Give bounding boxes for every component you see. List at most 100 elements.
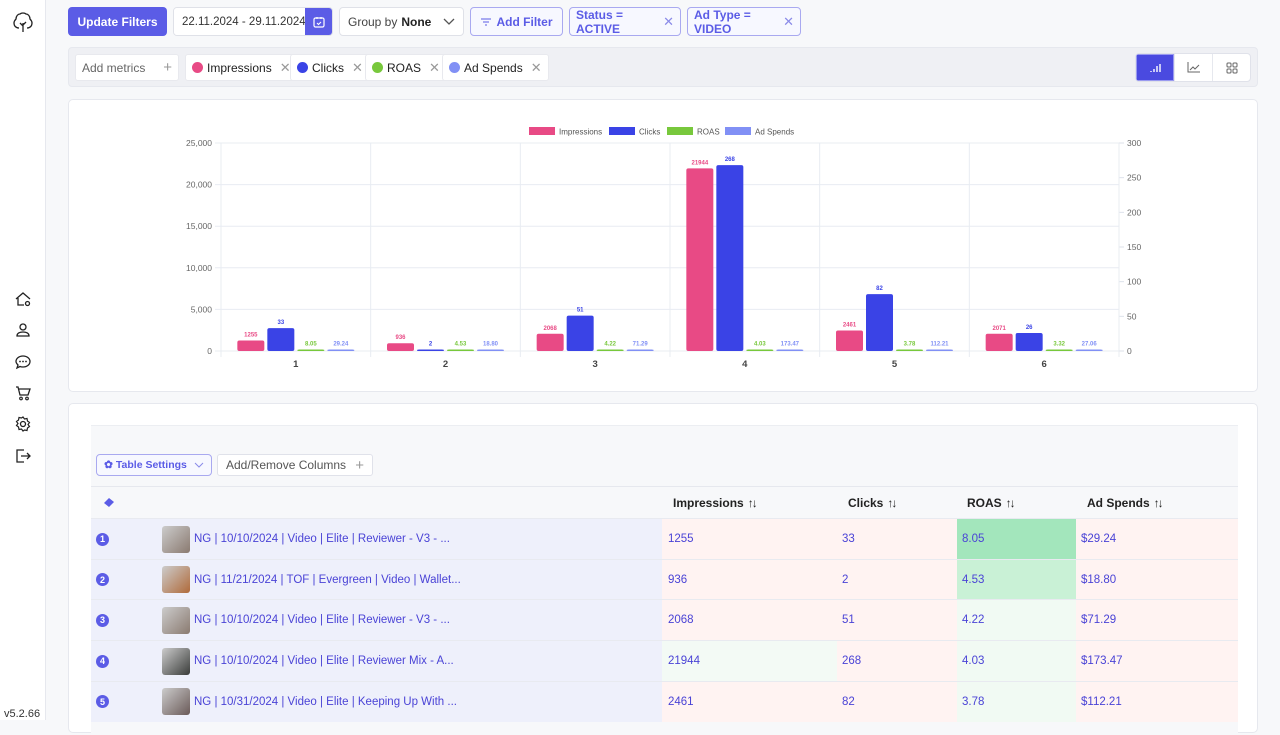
data-label: 21944 [691, 160, 708, 166]
close-icon[interactable]: ✕ [531, 60, 542, 76]
ad-name-link[interactable]: NG | 10/31/2024 | Video | Elite | Keepin… [194, 696, 457, 708]
impressions-cell: 21944 [662, 641, 837, 682]
data-label: 27.06 [1082, 342, 1098, 348]
metric-chip-ad-spends[interactable]: Ad Spends ✕ [442, 54, 549, 81]
logout-icon[interactable] [14, 447, 32, 465]
column-header-impressions[interactable]: Impressions ↑↓ [673, 496, 758, 510]
roas-cell: 4.22 [957, 600, 1076, 641]
ad-name-link[interactable]: NG | 10/10/2024 | Video | Elite | Review… [194, 655, 454, 667]
ad-name-cell: 2 NG | 11/21/2024 | TOF | Evergreen | Vi… [91, 559, 662, 600]
bar-roas [297, 349, 325, 351]
row-number-badge: 5 [96, 695, 109, 709]
metric-chip-clicks[interactable]: Clicks ✕ [290, 54, 370, 81]
sort-icon[interactable]: ↑↓ [887, 496, 897, 510]
ad-thumbnail[interactable] [162, 606, 190, 634]
grid-icon [1226, 62, 1237, 73]
left-axis-tick-label: 0 [207, 346, 212, 356]
add-filter-button[interactable]: Add Filter [470, 7, 563, 36]
ad-name-link[interactable]: NG | 10/10/2024 | Video | Elite | Review… [194, 614, 450, 626]
filter-chip-status[interactable]: Status = ACTIVE ✕ [569, 7, 681, 36]
chat-icon[interactable] [14, 353, 32, 371]
calendar-button[interactable] [305, 8, 332, 35]
add-metrics-button[interactable]: Add metrics + [75, 54, 179, 81]
metric-label: ROAS [387, 60, 422, 75]
table-row[interactable]: 1 NG | 10/10/2024 | Video | Elite | Revi… [91, 518, 1238, 559]
data-label: 2071 [992, 326, 1006, 332]
date-range-picker[interactable] [173, 7, 333, 36]
sort-icon[interactable]: ↑↓ [1154, 496, 1164, 510]
legend-label: Clicks [639, 128, 660, 137]
group-by-label: Group by [348, 14, 398, 29]
impressions-cell: 936 [662, 559, 837, 600]
line-chart-view-button[interactable] [1174, 54, 1212, 81]
user-icon[interactable] [14, 321, 32, 339]
gear-icon: ✿ [104, 459, 113, 471]
table-row[interactable]: 2 NG | 11/21/2024 | TOF | Evergreen | Vi… [91, 558, 1238, 600]
column-header-roas[interactable]: ROAS ↑↓ [967, 496, 1016, 510]
column-header-clicks[interactable]: Clicks ↑↓ [848, 496, 897, 510]
chevron-down-icon [443, 18, 455, 25]
impressions-cell: 2068 [662, 600, 837, 641]
metric-label: Ad Spends [464, 60, 523, 75]
table-row[interactable]: 5 NG | 10/31/2024 | Video | Elite | Keep… [91, 680, 1238, 722]
chart-card: 0 5,000 10,000 15,000 20,000 25,000 0 50 100 150 2… [68, 99, 1258, 392]
table-row[interactable]: 3 NG | 10/10/2024 | Video | Elite | Revi… [91, 599, 1238, 641]
eraser-icon[interactable] [103, 497, 115, 507]
close-icon[interactable]: ✕ [352, 60, 363, 76]
bar-chart-view-button[interactable] [1136, 54, 1174, 81]
ad-name-cell: 5 NG | 10/31/2024 | Video | Elite | Keep… [91, 681, 662, 722]
group-by-select[interactable]: Group by None [339, 7, 464, 36]
add-remove-columns-label: Add/Remove Columns [226, 458, 347, 472]
grid-view-button[interactable] [1212, 54, 1250, 81]
metrics-bar: Add metrics + Impressions ✕ Clicks ✕ ROA… [68, 47, 1258, 87]
update-filters-button[interactable]: Update Filters [68, 7, 167, 36]
bar-ad-spends [926, 349, 953, 351]
row-number-badge: 4 [96, 654, 109, 668]
gear-icon[interactable] [14, 415, 32, 433]
sort-icon[interactable]: ↑↓ [748, 496, 758, 510]
metric-chip-impressions[interactable]: Impressions ✕ [185, 54, 298, 81]
bar-ad-spends [776, 349, 804, 351]
ad-spends-cell: $29.24 [1076, 519, 1238, 559]
table-settings-label: Table Settings [115, 459, 187, 471]
x-axis-tick-label: 1 [293, 359, 299, 370]
close-icon[interactable]: ✕ [280, 60, 291, 76]
ad-name-link[interactable]: NG | 10/10/2024 | Video | Elite | Review… [194, 533, 450, 545]
calendar-icon [312, 16, 325, 28]
filter-chip-ad-type[interactable]: Ad Type = VIDEO ✕ [687, 7, 801, 36]
line-chart-icon [1187, 62, 1200, 73]
data-label: 1255 [244, 333, 258, 339]
close-icon[interactable]: ✕ [663, 14, 674, 30]
legend-swatch [609, 127, 635, 135]
color-dot-icon [192, 62, 203, 73]
filter-chip-label: Ad Type = VIDEO [694, 7, 751, 36]
close-icon[interactable]: ✕ [429, 60, 440, 76]
ad-thumbnail[interactable] [162, 647, 190, 675]
bar-roas [447, 349, 474, 351]
table-row[interactable]: 4 NG | 10/10/2024 | Video | Elite | Revi… [91, 640, 1238, 682]
bar-clicks [1015, 332, 1043, 351]
table-settings-button[interactable]: ✿ Table Settings [96, 454, 212, 476]
sort-icon[interactable]: ↑↓ [1006, 496, 1016, 510]
column-header-ad-spends[interactable]: Ad Spends ↑↓ [1087, 496, 1164, 510]
ad-thumbnail[interactable] [162, 566, 190, 594]
cart-icon[interactable] [14, 384, 32, 402]
date-range-input[interactable] [174, 8, 305, 35]
bar-roas [1045, 349, 1073, 351]
bar-impressions [985, 333, 1013, 351]
right-axis-tick-label: 100 [1127, 277, 1141, 287]
add-remove-columns-button[interactable]: Add/Remove Columns + [217, 454, 373, 476]
ad-spends-cell: $173.47 [1076, 641, 1238, 682]
left-axis-tick-label: 5,000 [191, 304, 213, 314]
tree-logo-icon[interactable] [12, 12, 34, 34]
row-number-badge: 1 [96, 532, 109, 546]
bar-roas [896, 349, 923, 351]
color-dot-icon [372, 62, 383, 73]
ad-thumbnail[interactable] [162, 525, 190, 553]
ad-name-link[interactable]: NG | 11/21/2024 | TOF | Evergreen | Vide… [194, 574, 461, 586]
ad-thumbnail[interactable] [162, 688, 190, 716]
home-gear-icon[interactable] [14, 290, 32, 308]
ad-name-cell: 4 NG | 10/10/2024 | Video | Elite | Revi… [91, 641, 662, 682]
close-icon[interactable]: ✕ [783, 14, 794, 30]
metric-chip-roas[interactable]: ROAS ✕ [365, 54, 447, 81]
